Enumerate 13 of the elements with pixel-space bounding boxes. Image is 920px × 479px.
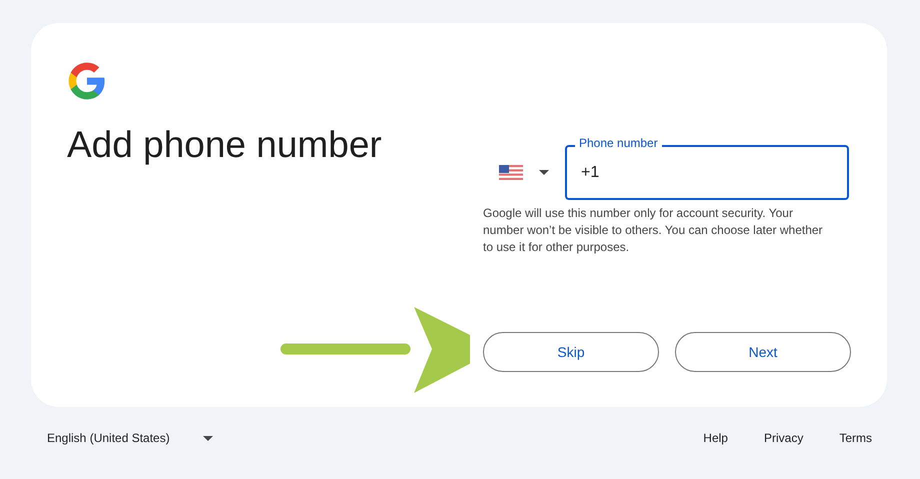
action-button[interactable]: Skip	[483, 332, 659, 372]
field-label: Phone number	[575, 136, 662, 150]
flag-icon	[499, 165, 523, 180]
language-selector[interactable]: English (United States)	[47, 429, 213, 447]
caret-icon	[539, 170, 549, 175]
help-text: Google will use this number only for account security. Your number won’t be visible to others. You can choose later whether to use it for other purposes.	[483, 205, 824, 256]
google-logo	[67, 61, 107, 101]
footer-link[interactable]: Privacy	[764, 429, 804, 447]
footer-link[interactable]: Terms	[839, 429, 872, 447]
caret-icon	[202, 436, 213, 440]
page-title: Add phone number	[67, 123, 382, 167]
footer-link[interactable]: Help	[703, 429, 728, 447]
action-button[interactable]: Next	[675, 332, 851, 372]
